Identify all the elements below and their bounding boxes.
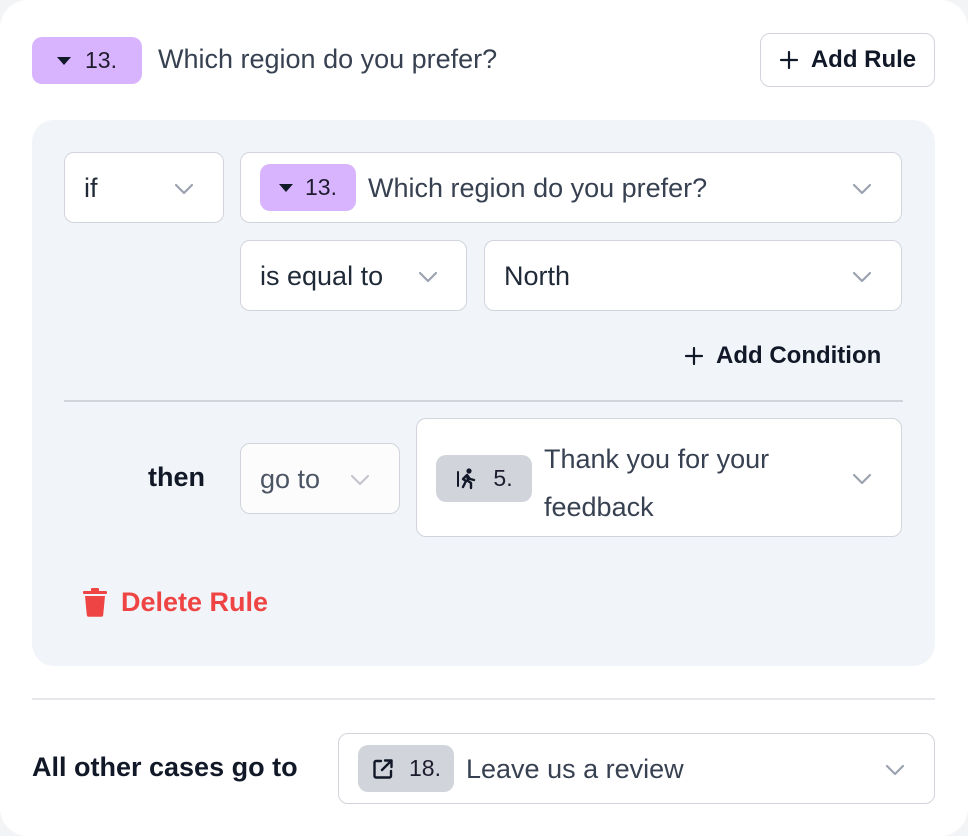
- dropdown-triangle-icon: [279, 183, 293, 192]
- fallback-label: All other cases go to: [32, 752, 298, 782]
- action-label: go to: [260, 464, 321, 494]
- condition-question-title: Which region do you prefer?: [368, 173, 708, 203]
- plus-icon: [684, 346, 704, 366]
- add-rule-button[interactable]: Add Rule: [760, 33, 935, 87]
- operator-label: is equal to: [260, 261, 384, 291]
- chevron-down-icon: [885, 764, 905, 776]
- add-condition-label: Add Condition: [716, 342, 882, 369]
- target-badge: 5.: [436, 455, 532, 502]
- question-title: Which region do you prefer?: [158, 44, 498, 74]
- chevron-down-icon: [350, 474, 370, 486]
- fallback-target-number: 18.: [409, 755, 441, 781]
- external-link-icon: [373, 758, 393, 779]
- question-badge[interactable]: 13.: [32, 37, 142, 84]
- then-label: then: [148, 462, 205, 492]
- logic-card: 13. Which region do you prefer? Add Rule…: [0, 0, 968, 836]
- target-title-line-1: Thank you for your: [544, 444, 770, 474]
- if-label: if: [84, 173, 98, 203]
- running-person-icon: [457, 467, 476, 489]
- add-condition-button[interactable]: Add Condition: [684, 339, 881, 373]
- delete-rule-button[interactable]: Delete Rule: [82, 584, 268, 620]
- target-number: 5.: [493, 465, 513, 491]
- target-title: Thank you for your feedback: [544, 435, 769, 531]
- operator-select[interactable]: is equal to: [240, 240, 467, 311]
- chevron-down-icon: [852, 473, 872, 485]
- trash-icon: [83, 588, 107, 617]
- action-select[interactable]: go to: [240, 443, 400, 514]
- question-number: 13.: [85, 47, 117, 73]
- value-select[interactable]: North: [484, 240, 902, 311]
- fallback-target-title: Leave us a review: [466, 754, 684, 784]
- add-rule-label: Add Rule: [810, 46, 917, 73]
- target-question-select[interactable]: 5. Thank you for your feedback: [416, 418, 902, 537]
- condition-question-number: 13.: [305, 174, 337, 200]
- if-select[interactable]: if: [64, 152, 224, 223]
- plus-icon: [779, 50, 798, 70]
- fallback-target-badge: 18.: [358, 745, 454, 792]
- divider: [64, 400, 903, 402]
- value-label: North: [504, 261, 571, 291]
- chevron-down-icon: [174, 183, 194, 195]
- delete-rule-label: Delete Rule: [121, 586, 269, 617]
- chevron-down-icon: [418, 271, 438, 283]
- condition-question-badge: 13.: [260, 164, 356, 211]
- dropdown-triangle-icon: [57, 56, 71, 65]
- divider: [32, 698, 935, 700]
- fallback-target-select[interactable]: 18. Leave us a review: [338, 733, 935, 804]
- condition-question-select[interactable]: 13. Which region do you prefer?: [240, 152, 902, 223]
- chevron-down-icon: [852, 271, 872, 283]
- chevron-down-icon: [852, 183, 872, 195]
- target-title-line-2: feedback: [544, 492, 654, 522]
